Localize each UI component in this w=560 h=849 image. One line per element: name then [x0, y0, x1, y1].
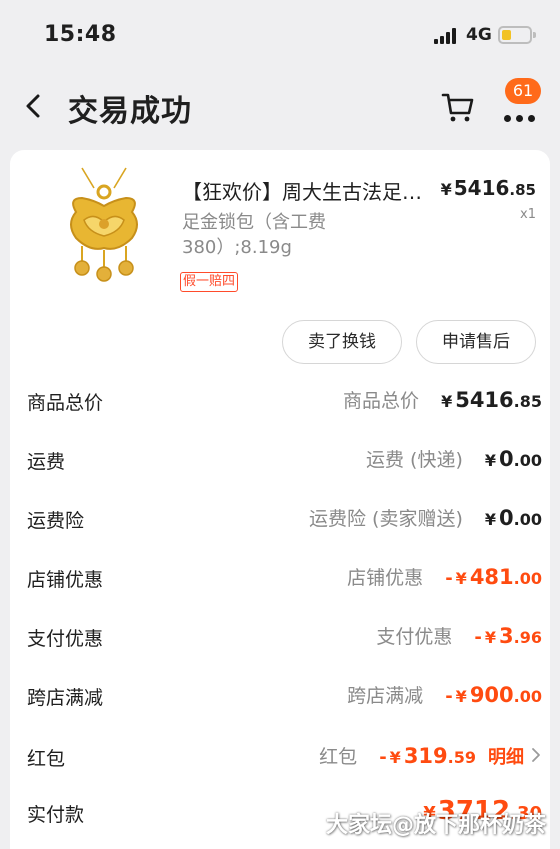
fee-desc: 商品总价	[343, 390, 420, 412]
product-price: ¥5416.85	[441, 176, 536, 200]
fee-amount: - ¥319.59	[379, 744, 476, 768]
fee-label: 运费	[27, 451, 66, 473]
fee-row-cross-store-discount: 跨店满减 跨店满减 - ¥900.00	[10, 673, 550, 723]
product-quantity: x1	[520, 207, 536, 222]
product-title[interactable]: 【狂欢价】周大生古法足金锁包吊坠	[182, 176, 432, 205]
fee-amount: - ¥900.00	[445, 683, 542, 707]
fee-desc: 支付优惠	[376, 626, 453, 648]
status-bar: 15:48 4G	[0, 0, 560, 70]
fee-label: 支付优惠	[27, 628, 104, 650]
network-type: 4G	[466, 25, 492, 45]
product-sku: 足金锁包（含工费380）;8.19g	[182, 212, 326, 258]
after-sales-button[interactable]: 申请售后	[416, 320, 536, 364]
fee-amount: - ¥481.00	[445, 565, 542, 589]
fee-row-total: 商品总价 商品总价 ¥5416.85	[10, 378, 550, 428]
currency-symbol: ¥	[440, 180, 452, 199]
sell-button[interactable]: 卖了换钱	[282, 320, 402, 364]
fee-desc: 跨店满减	[347, 685, 424, 707]
fee-desc: 红包	[319, 746, 358, 768]
detail-link[interactable]: 明细	[488, 743, 524, 769]
fee-amount: ¥0.00	[484, 447, 542, 471]
guarantee-tag: 假一赔四	[180, 272, 239, 292]
price-decimal: .85	[509, 181, 536, 199]
price-integer: 5416	[453, 176, 510, 200]
fee-row-payment-discount: 支付优惠 支付优惠 - ¥3.96	[10, 614, 550, 664]
message-badge: 61	[505, 78, 541, 104]
fee-label: 店铺优惠	[27, 569, 104, 591]
fee-label: 商品总价	[27, 392, 104, 414]
fee-label: 红包	[27, 748, 66, 770]
fee-row-shipping: 运费 运费 (快递) ¥0.00	[10, 437, 550, 487]
fee-row-shop-discount: 店铺优惠 店铺优惠 - ¥481.00	[10, 555, 550, 605]
fee-amount: ¥0.00	[484, 506, 542, 530]
order-card: 【狂欢价】周大生古法足金锁包吊坠 足金锁包（含工费380）;8.19g 假一赔四…	[10, 150, 550, 849]
nav-bar: 交易成功	[0, 70, 560, 146]
fee-row-shipping-insurance: 运费险 运费险 (卖家赠送) ¥0.00	[10, 496, 550, 546]
fee-desc: 运费 (快递)	[366, 449, 463, 471]
fee-amount: ¥5416.85	[441, 388, 542, 412]
cart-icon[interactable]	[440, 90, 476, 124]
fee-label: 实付款	[27, 804, 85, 826]
fee-desc: 运费险 (卖家赠送)	[309, 508, 463, 530]
status-time: 15:48	[44, 22, 117, 47]
signal-icon	[434, 28, 460, 44]
fee-label: 跨店满减	[27, 687, 104, 709]
product-image[interactable]	[36, 162, 172, 314]
chevron-right-icon[interactable]	[530, 747, 542, 763]
watermark: 大家坛@放下那杯奶茶	[325, 813, 546, 838]
fee-row-red-packet[interactable]: 红包 红包 - ¥319.59 明细	[10, 734, 550, 784]
fee-label: 运费险	[27, 510, 85, 532]
back-icon[interactable]	[18, 90, 50, 122]
fee-amount: - ¥3.96	[474, 624, 542, 648]
fee-desc: 店铺优惠	[347, 567, 424, 589]
page-title: 交易成功	[68, 94, 192, 129]
battery-icon	[498, 26, 536, 44]
